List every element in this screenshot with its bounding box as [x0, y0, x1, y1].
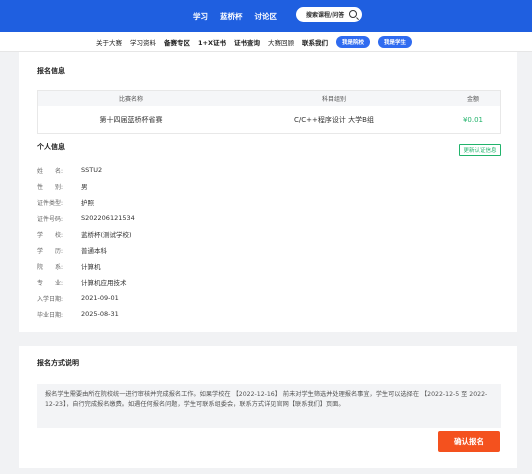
registration-card: 报名信息 比赛名称 科目组别 金额 第十四届蓝桥杯省赛 C/C++程序设计 大学…	[19, 52, 517, 332]
subnav-contact[interactable]: 联系我们	[302, 37, 328, 47]
competition-name: 第十四届蓝桥杯省赛	[99, 116, 163, 124]
main-nav: 学习 蓝桥杯 讨论区	[193, 9, 277, 23]
personal-title: 个人信息	[37, 143, 65, 151]
confirm-registration-button[interactable]: 确认报名	[438, 431, 500, 452]
col-competition: 比赛名称	[118, 96, 143, 103]
registration-table: 比赛名称 科目组别 金额 第十四届蓝桥杯省赛 C/C++程序设计 大学B组 ¥0…	[37, 90, 501, 134]
school-button[interactable]: 我是院校	[335, 36, 370, 48]
nav-lanqiao[interactable]: 蓝桥杯	[220, 11, 243, 22]
subnav-prep[interactable]: 备赛专区	[164, 37, 190, 47]
subnav-about[interactable]: 关于大赛	[96, 37, 122, 47]
top-navbar: 学习 蓝桥杯 讨论区 搜索课程/问答	[0, 0, 532, 32]
search-icon[interactable]	[349, 10, 357, 18]
nav-forum[interactable]: 讨论区	[255, 11, 278, 22]
table-header: 比赛名称 科目组别 金额	[38, 91, 500, 106]
table-row: 第十四届蓝桥杯省赛 C/C++程序设计 大学B组 ¥0.01	[38, 106, 500, 134]
method-card: 报名方式说明 报名学生需要由所在院校统一进行审核并完成报名工作。如果学校在 【2…	[19, 346, 517, 468]
search-label: 搜索课程/问答	[306, 12, 345, 19]
subnav-1x-cert[interactable]: 1+X证书	[198, 37, 226, 47]
subnav-cert-query[interactable]: 证书查询	[234, 37, 260, 47]
subnav-review[interactable]: 大赛回顾	[268, 37, 294, 47]
student-button[interactable]: 我是学生	[378, 36, 413, 48]
method-title: 报名方式说明	[37, 359, 79, 367]
amount: ¥0.01	[462, 116, 484, 124]
subject-group: C/C++程序设计 大学B组	[294, 116, 374, 124]
col-subject: 科目组别	[321, 96, 346, 103]
registration-title: 报名信息	[37, 67, 65, 75]
nav-learn[interactable]: 学习	[193, 11, 208, 22]
subnav-materials[interactable]: 学习资料	[130, 37, 156, 47]
update-verification-button[interactable]: 更新认证信息	[459, 144, 501, 156]
method-note: 报名学生需要由所在院校统一进行审核并完成报名工作。如果学校在 【2022-12-…	[37, 384, 501, 428]
sub-navbar: 关于大赛 学习资料 备赛专区 1+X证书 证书查询 大赛回顾 联系我们 我是院校…	[0, 32, 532, 52]
search-input[interactable]: 搜索课程/问答	[296, 7, 362, 22]
col-amount: 金额	[466, 96, 479, 103]
